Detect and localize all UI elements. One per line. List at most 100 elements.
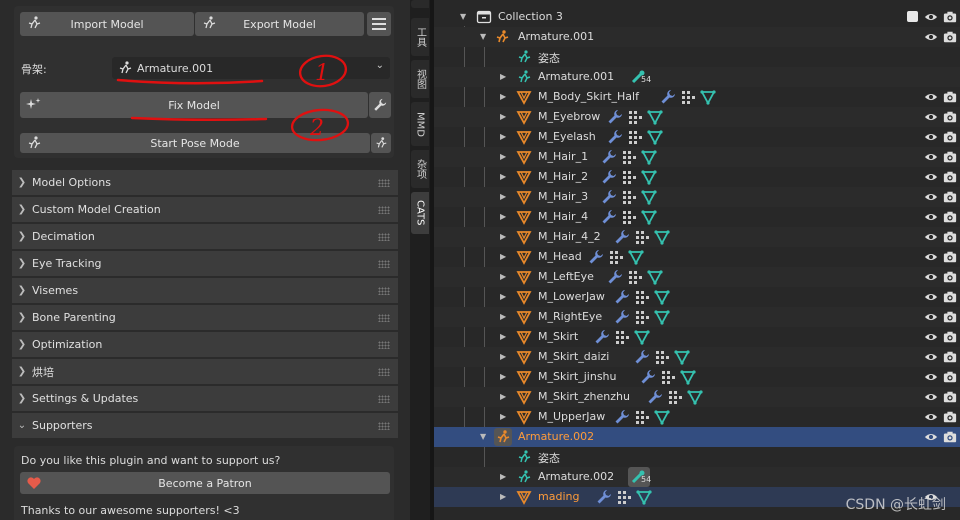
eye-icon[interactable] (924, 370, 938, 384)
outliner-row-armature-data[interactable]: ▶ Armature.001 54 (434, 67, 960, 87)
section-settings-updates[interactable]: ❯ Settings & Updates (12, 386, 398, 412)
expand-right-icon[interactable]: ▶ (500, 272, 508, 282)
camera-icon[interactable] (943, 0, 957, 5)
pose-extra-button[interactable] (371, 133, 391, 153)
eye-icon[interactable] (924, 230, 938, 244)
expand-down-icon[interactable]: ▼ (480, 32, 488, 42)
camera-icon[interactable] (943, 350, 957, 364)
outliner-row-mesh[interactable]: ▶ M_Head (434, 247, 960, 267)
eye-icon[interactable] (924, 90, 938, 104)
camera-icon[interactable] (943, 390, 957, 404)
eye-icon[interactable] (924, 270, 938, 284)
outliner-row-mesh[interactable]: ▶ M_Eyelash (434, 127, 960, 147)
section-supporters[interactable]: ⌄ Supporters (12, 413, 398, 439)
expand-right-icon[interactable]: ▶ (500, 372, 508, 382)
expand-right-icon[interactable]: ▶ (500, 332, 508, 342)
eye-icon[interactable] (924, 390, 938, 404)
drag-grip-icon[interactable] (378, 260, 390, 268)
drag-grip-icon[interactable] (378, 233, 390, 241)
outliner-row-mesh[interactable]: ▶ M_Hair_3 (434, 187, 960, 207)
expand-down-icon[interactable]: ▼ (460, 12, 468, 22)
become-patron-button[interactable]: Become a Patron (20, 472, 390, 494)
drag-grip-icon[interactable] (378, 341, 390, 349)
expand-right-icon[interactable]: ▶ (500, 72, 508, 82)
section-custom-model-creation[interactable]: ❯ Custom Model Creation (12, 197, 398, 223)
tab-cats[interactable]: CATS (411, 192, 429, 234)
expand-right-icon[interactable]: ▶ (500, 112, 508, 122)
camera-icon[interactable] (943, 270, 957, 284)
camera-icon[interactable] (943, 30, 957, 44)
drag-grip-icon[interactable] (378, 395, 390, 403)
camera-icon[interactable] (943, 250, 957, 264)
expand-right-icon[interactable]: ▶ (500, 352, 508, 362)
eye-icon[interactable] (924, 150, 938, 164)
outliner-row-mesh[interactable]: ▶ M_Hair_1 (434, 147, 960, 167)
eye-icon[interactable] (924, 30, 938, 44)
collection-checkbox[interactable] (907, 11, 918, 22)
eye-icon[interactable] (924, 430, 938, 444)
outliner-row-mesh[interactable]: ▶ M_LeftEye (434, 267, 960, 287)
outliner-row-armature-selected[interactable]: ▼ Armature.002 (434, 427, 960, 447)
camera-icon[interactable] (943, 310, 957, 324)
camera-icon[interactable] (943, 10, 957, 24)
section-eye-tracking[interactable]: ❯ Eye Tracking (12, 251, 398, 277)
outliner-row-pose[interactable]: 姿态 (434, 447, 960, 467)
eye-icon[interactable] (924, 310, 938, 324)
eye-icon[interactable] (924, 110, 938, 124)
eye-icon[interactable] (924, 210, 938, 224)
outliner-row-mesh[interactable]: ▶ M_Skirt_jinshu (434, 367, 960, 387)
outliner-row-mesh[interactable]: ▶ M_Skirt_daizi (434, 347, 960, 367)
outliner-row-mesh[interactable]: ▶ M_Eyebrow (434, 107, 960, 127)
outliner-row-mesh[interactable]: ▶ M_Hair_4_2 (434, 227, 960, 247)
eye-icon[interactable] (924, 410, 938, 424)
outliner-row-armature[interactable]: ▼ Armature.001 (434, 27, 960, 47)
eye-icon[interactable] (924, 170, 938, 184)
eye-icon[interactable] (924, 10, 938, 24)
camera-icon[interactable] (943, 210, 957, 224)
drag-grip-icon[interactable] (378, 422, 390, 430)
section-decimation[interactable]: ❯ Decimation (12, 224, 398, 250)
camera-icon[interactable] (943, 370, 957, 384)
fix-model-button[interactable]: Fix Model (20, 92, 368, 118)
camera-icon[interactable] (943, 190, 957, 204)
expand-right-icon[interactable]: ▶ (500, 392, 508, 402)
outliner-row-mesh[interactable]: ▶ M_Skirt (434, 327, 960, 347)
start-pose-mode-button[interactable]: Start Pose Mode (20, 133, 370, 153)
outliner-row-mesh[interactable]: ▶ M_UpperJaw (434, 407, 960, 427)
drag-grip-icon[interactable] (378, 287, 390, 295)
section-model-options[interactable]: ❯ Model Options (12, 170, 398, 196)
expand-right-icon[interactable]: ▶ (500, 292, 508, 302)
section-optimization[interactable]: ❯ Optimization (12, 332, 398, 358)
tab-partial[interactable] (411, 0, 429, 8)
tab-mmd[interactable]: MMD (411, 102, 429, 146)
fix-settings-button[interactable] (369, 92, 391, 118)
camera-icon[interactable] (943, 90, 957, 104)
camera-icon[interactable] (943, 170, 957, 184)
armature-dropdown[interactable]: Armature.001 ⌄ (112, 57, 390, 79)
outliner-row-mesh[interactable]: ▶ M_Hair_2 (434, 167, 960, 187)
expand-down-icon[interactable]: ▼ (480, 432, 488, 442)
drag-grip-icon[interactable] (378, 368, 390, 376)
expand-right-icon[interactable]: ▶ (500, 412, 508, 422)
eye-icon[interactable] (924, 290, 938, 304)
expand-right-icon[interactable]: ▶ (500, 492, 508, 502)
import-model-button[interactable]: Import Model (20, 12, 194, 36)
camera-icon[interactable] (943, 410, 957, 424)
eye-icon[interactable] (924, 250, 938, 264)
camera-icon[interactable] (943, 130, 957, 144)
outliner-row-mesh[interactable]: ▶ M_RightEye (434, 307, 960, 327)
tab-misc[interactable]: 杂项 (411, 150, 429, 188)
outliner-row-mesh[interactable]: ▶ M_LowerJaw (434, 287, 960, 307)
drag-grip-icon[interactable] (378, 314, 390, 322)
expand-right-icon[interactable]: ▶ (500, 172, 508, 182)
outliner-row-pose[interactable]: 姿态 (434, 47, 960, 67)
eye-icon[interactable] (924, 190, 938, 204)
eye-icon[interactable] (924, 330, 938, 344)
expand-right-icon[interactable]: ▶ (500, 152, 508, 162)
tab-view[interactable]: 视图 (411, 60, 429, 98)
expand-right-icon[interactable]: ▶ (500, 312, 508, 322)
menu-button[interactable] (367, 12, 391, 36)
drag-grip-icon[interactable] (378, 179, 390, 187)
outliner-row-collection[interactable]: ▼ Collection 3 (434, 7, 960, 27)
camera-icon[interactable] (943, 230, 957, 244)
